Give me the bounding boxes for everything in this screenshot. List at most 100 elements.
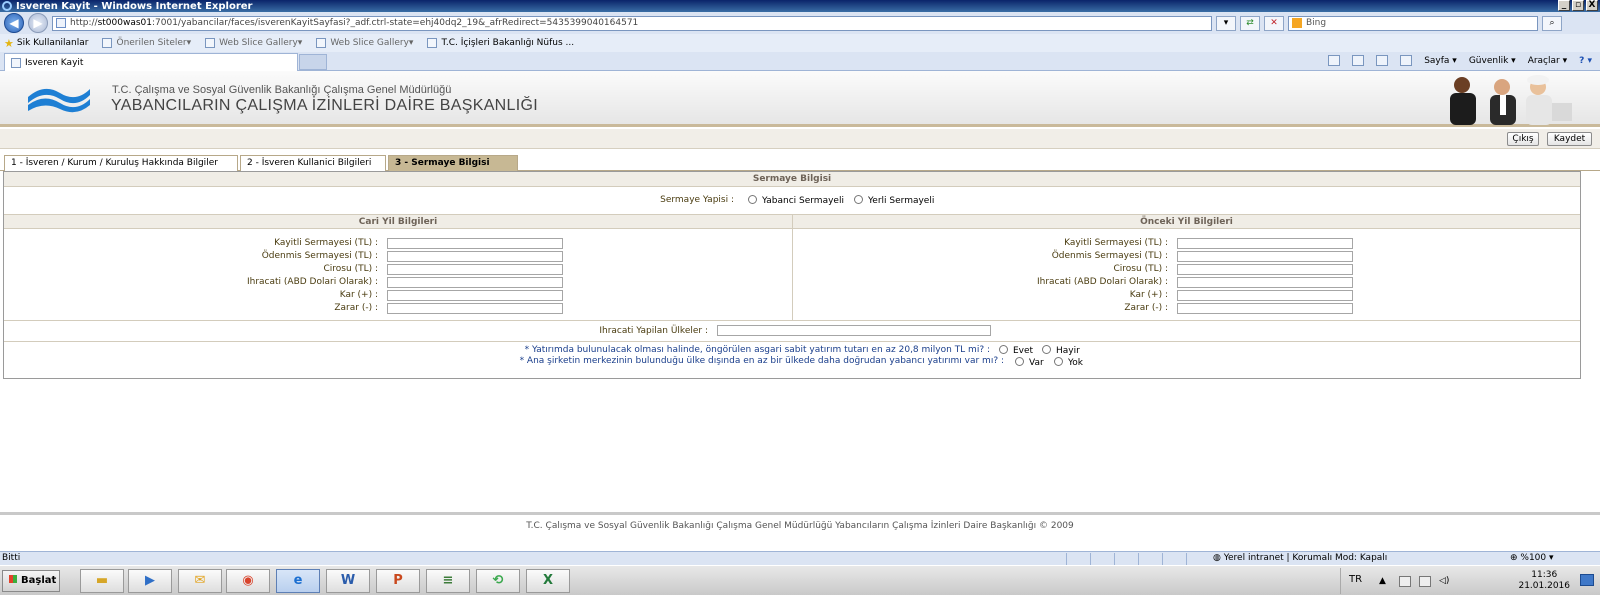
foreign-capital-label: Yabanci Sermayeli: [762, 196, 844, 206]
previous-registered-capital-label: Kayitli Sermayesi (TL) :: [1064, 238, 1168, 248]
new-tab-button[interactable]: [299, 54, 327, 70]
page-icon: [205, 38, 216, 48]
zoom-control[interactable]: ⊕ %100 ▾: [1510, 552, 1554, 565]
investment-no-radio[interactable]: [1042, 345, 1051, 354]
current-turnover-input[interactable]: [387, 264, 563, 275]
search-input[interactable]: Bing: [1288, 15, 1538, 31]
close-button[interactable]: X: [1586, 0, 1598, 11]
local-capital-label: Yerli Sermayeli: [868, 196, 935, 206]
powerpoint-taskbar-icon[interactable]: P: [376, 569, 420, 593]
outlook-taskbar-icon[interactable]: ✉: [178, 569, 222, 593]
previous-registered-capital-input[interactable]: [1177, 238, 1353, 249]
previous-export-input[interactable]: [1177, 277, 1353, 288]
safety-menu[interactable]: Güvenlik ▾: [1469, 56, 1516, 66]
help-icon[interactable]: ? ▾: [1579, 56, 1592, 66]
star-icon: ★: [4, 36, 14, 50]
stop-button[interactable]: ✕: [1264, 15, 1284, 31]
url-host: st000was01: [97, 18, 152, 28]
forward-button[interactable]: ▶: [28, 13, 48, 33]
foreign-investment-no-radio[interactable]: [1054, 357, 1063, 366]
page-icon: [427, 38, 438, 48]
people-banner-image: [1450, 75, 1572, 125]
feeds-icon[interactable]: [1352, 55, 1365, 66]
current-export-input[interactable]: [387, 277, 563, 288]
current-export-label: Ihracati (ABD Dolari Olarak) :: [246, 277, 378, 287]
print-icon[interactable]: [1400, 55, 1413, 66]
clock[interactable]: 11:36 21.01.2016: [1518, 570, 1570, 592]
maximize-button[interactable]: ▫: [1572, 0, 1584, 11]
previous-paid-capital-input[interactable]: [1177, 251, 1353, 262]
current-registered-capital-input[interactable]: [387, 238, 563, 249]
sync-taskbar-icon[interactable]: ⟲: [476, 569, 520, 593]
volume-icon[interactable]: ◁): [1439, 576, 1451, 587]
database-taskbar-icon[interactable]: ≡: [426, 569, 470, 593]
media-player-taskbar-icon[interactable]: ▶: [128, 569, 172, 593]
local-capital-radio[interactable]: [854, 195, 863, 204]
bing-icon: [1292, 18, 1302, 28]
address-bar[interactable]: http://st000was01:7001/yabancilar/faces/…: [52, 15, 1212, 31]
section-header-capital: Sermaye Bilgisi: [4, 172, 1580, 187]
status-cell: [1066, 553, 1090, 565]
form-tabs: 1 - İsveren / Kurum / Kuruluş Hakkında B…: [0, 155, 1600, 171]
minimize-button[interactable]: _: [1558, 0, 1570, 11]
word-taskbar-icon[interactable]: W: [326, 569, 370, 593]
divider: [4, 320, 1580, 321]
tab-employer-info[interactable]: 1 - İsveren / Kurum / Kuruluş Hakkında B…: [4, 155, 238, 171]
current-turnover-label: Cirosu (TL) :: [323, 264, 378, 274]
foreign-capital-radio[interactable]: [748, 195, 757, 204]
explorer-taskbar-icon[interactable]: ▬: [80, 569, 124, 593]
refresh-button[interactable]: ⇄: [1240, 15, 1260, 31]
current-profit-input[interactable]: [387, 290, 563, 301]
taskbar: Başlat ▬ ▶ ✉ ◉ e W P ≡ ⟲ X TR ▲ ◁) 11:36…: [0, 565, 1600, 595]
security-zone[interactable]: ◍ Yerel intranet | Korumalı Mod: Kapalı: [1213, 552, 1387, 565]
browser-tab[interactable]: Isveren Kayit: [4, 53, 298, 71]
favorite-item-suggested[interactable]: Önerilen Siteler ▾: [102, 38, 191, 48]
tray-app-icon[interactable]: [1419, 576, 1431, 587]
page-favicon-icon: [56, 18, 66, 28]
start-button[interactable]: Başlat: [2, 570, 60, 592]
window-title-bar: Isveren Kayit - Windows Internet Explore…: [0, 0, 1600, 12]
favorites-label: Sik Kullanilanlar: [16, 38, 89, 48]
search-button[interactable]: ⌕: [1542, 15, 1562, 31]
favorite-label: Önerilen Siteler: [116, 38, 187, 48]
foreign-investment-no-label: Yok: [1068, 358, 1084, 368]
address-dropdown-button[interactable]: ▾: [1216, 15, 1236, 31]
security-zone-label: Yerel intranet | Korumalı Mod: Kapalı: [1223, 553, 1388, 563]
investment-no-label: Hayir: [1056, 346, 1080, 356]
save-button[interactable]: Kaydet: [1547, 132, 1592, 146]
investment-question: * Yatırımda bulunulacak olması halinde, …: [524, 345, 990, 355]
investment-yes-radio[interactable]: [999, 345, 1008, 354]
home-icon[interactable]: [1328, 55, 1341, 66]
excel-taskbar-icon[interactable]: X: [526, 569, 570, 593]
search-placeholder: Bing: [1306, 18, 1327, 28]
language-indicator[interactable]: TR: [1349, 574, 1362, 585]
status-cell: [1186, 553, 1210, 565]
foreign-investment-yes-radio[interactable]: [1015, 357, 1024, 366]
favorite-item-nufus[interactable]: T.C. İçişleri Bakanlığı Nüfus ...: [427, 38, 574, 48]
tray-up-icon[interactable]: ▲: [1379, 576, 1391, 587]
current-paid-capital-input[interactable]: [387, 251, 563, 262]
page-menu[interactable]: Sayfa ▾: [1424, 56, 1457, 66]
previous-loss-input[interactable]: [1177, 303, 1353, 314]
current-loss-input[interactable]: [387, 303, 563, 314]
clock-time: 11:36: [1531, 570, 1558, 580]
capital-structure-label: Sermaye Yapisi :: [660, 195, 734, 205]
chrome-taskbar-icon[interactable]: ◉: [226, 569, 270, 593]
tab-employer-user-info[interactable]: 2 - İsveren Kullanici Bilgileri: [240, 155, 386, 171]
tools-menu[interactable]: Araçlar ▾: [1528, 56, 1567, 66]
export-countries-input[interactable]: [717, 325, 991, 336]
show-desktop-button[interactable]: [1580, 574, 1594, 586]
previous-profit-input[interactable]: [1177, 290, 1353, 301]
url-path: :7001/yabancilar/faces/isverenKayitSayfa…: [152, 18, 639, 28]
capital-form: Sermaye Bilgisi Sermaye Yapisi : Yabanci…: [3, 171, 1581, 379]
exit-button[interactable]: Çıkış: [1507, 132, 1539, 146]
previous-turnover-input[interactable]: [1177, 264, 1353, 275]
favorites-button[interactable]: ★ Sik Kullanilanlar: [4, 37, 88, 50]
favorite-item-webslice-1[interactable]: Web Slice Gallery ▾: [205, 38, 302, 48]
tab-capital-info[interactable]: 3 - Sermaye Bilgisi: [388, 155, 518, 171]
back-button[interactable]: ◀: [4, 13, 24, 33]
favorite-item-webslice-2[interactable]: Web Slice Gallery ▾: [316, 38, 413, 48]
mail-icon[interactable]: [1376, 55, 1389, 66]
internet-explorer-taskbar-icon[interactable]: e: [276, 569, 320, 593]
network-icon[interactable]: [1399, 576, 1411, 587]
